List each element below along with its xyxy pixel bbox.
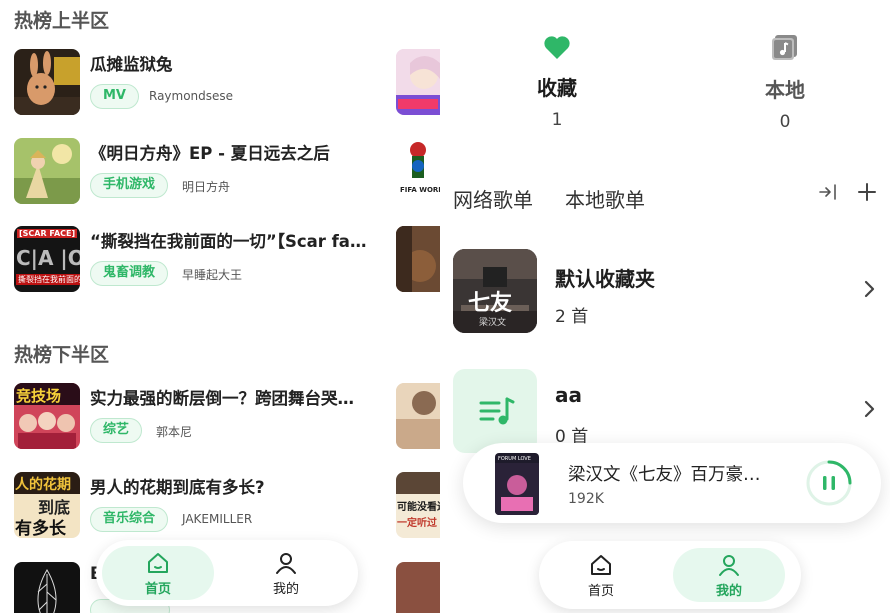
category-tag[interactable]: 鬼畜调教 xyxy=(90,261,169,286)
playlist-name: aa xyxy=(555,383,582,407)
playlist-cover: 七友 梁汉文 xyxy=(453,249,537,333)
video-thumbnail xyxy=(14,562,80,613)
now-playing-cover: FORUM LOVE xyxy=(495,453,539,515)
nav-mine-button[interactable]: 我的 xyxy=(230,546,342,600)
peek-thumbnail xyxy=(396,226,440,292)
peek-text: FIFA WORLD xyxy=(400,186,440,194)
category-tag[interactable]: 手机游戏 xyxy=(90,173,169,198)
playlist-item[interactable]: 七友 梁汉文 默认收藏夹 2 首 xyxy=(453,249,883,335)
category-tag[interactable]: 综艺 xyxy=(90,418,143,443)
item-title: 《明日方舟》EP - 夏日远去之后 xyxy=(90,144,330,163)
thumb-text: 人的花期 xyxy=(15,477,71,493)
item-author: 郭本尼 xyxy=(156,425,193,439)
peek-thumbnail xyxy=(396,383,440,449)
peek-thumbnail xyxy=(396,562,440,613)
now-playing-bitrate: 192K xyxy=(568,491,604,507)
thumb-text: 撕裂挡在我前面的… xyxy=(16,274,80,285)
music-note-square-icon xyxy=(772,35,797,60)
list-item[interactable]: [SCAR FACE] C|A |O 撕裂挡在我前面的… “撕裂挡在我前面的一切… xyxy=(14,226,375,292)
nav-home-label: 首页 xyxy=(144,582,171,597)
bottom-nav: 首页 我的 xyxy=(96,540,358,606)
category-tag[interactable]: 音乐综合 xyxy=(90,507,169,532)
add-icon[interactable] xyxy=(855,180,879,204)
local-stat[interactable]: 本地 0 xyxy=(735,34,835,132)
item-title: 实力最强的断层倒一？跨团舞台哭… xyxy=(90,389,354,408)
cover-subtitle: 梁汉文 xyxy=(479,318,507,328)
item-author: Raymondsese xyxy=(149,89,234,103)
nav-mine-button[interactable]: 我的 xyxy=(673,548,785,602)
nav-home-button[interactable]: 首页 xyxy=(545,548,657,602)
pause-button[interactable] xyxy=(806,460,852,506)
list-item[interactable]: 《明日方舟》EP - 夏日远去之后 手机游戏 明日方舟 xyxy=(14,138,374,204)
video-thumbnail: 人的花期 到底 有多长 xyxy=(14,472,80,538)
item-title: 瓜摊监狱兔 xyxy=(90,55,173,74)
peek-thumbnail xyxy=(396,49,440,115)
chevron-right-icon xyxy=(864,400,875,418)
peek-thumbnail: 可能没看过 一定听过 xyxy=(396,472,440,538)
thumb-text: C|A |O xyxy=(16,246,80,270)
nav-mine-label: 我的 xyxy=(272,582,299,597)
playlist-music-icon xyxy=(479,397,515,425)
chevron-right-icon xyxy=(864,280,875,298)
video-thumbnail: [SCAR FACE] C|A |O 撕裂挡在我前面的… xyxy=(14,226,80,292)
stat-count: 0 xyxy=(779,112,791,132)
section-title-top: 热榜上半区 xyxy=(14,10,110,32)
stat-count: 1 xyxy=(551,110,563,130)
video-thumbnail xyxy=(14,49,80,115)
thumb-text: 有多长 xyxy=(15,519,66,538)
list-item[interactable]: 竞技场 实力最强的断层倒一？跨团舞台哭… 综艺 郭本尼 xyxy=(14,383,374,449)
cover-title: 七友 xyxy=(468,291,513,316)
nav-home-button[interactable]: 首页 xyxy=(102,546,214,600)
item-title: 男人的花期到底有多长? xyxy=(90,478,265,497)
playlist-count: 2 首 xyxy=(555,307,589,327)
mini-player[interactable]: FORUM LOVE 梁汉文《七友》百万豪… 192K xyxy=(463,443,881,523)
video-thumbnail: 竞技场 xyxy=(14,383,80,449)
tab-online-playlists[interactable]: 网络歌单 xyxy=(453,184,533,213)
peek-text: 一定听过 xyxy=(397,518,437,529)
peek-text: 可能没看过 xyxy=(397,502,440,513)
thumb-text: 竞技场 xyxy=(16,387,62,405)
now-playing-title: 梁汉文《七友》百万豪… xyxy=(568,465,761,485)
import-icon[interactable] xyxy=(818,180,840,204)
item-author: 早睡起大王 xyxy=(182,268,243,282)
item-author: 明日方舟 xyxy=(182,180,231,194)
person-icon xyxy=(276,553,296,574)
favorites-stat[interactable]: 收藏 1 xyxy=(507,34,607,130)
tab-local-playlists[interactable]: 本地歌单 xyxy=(565,184,645,213)
nav-mine-label: 我的 xyxy=(715,584,742,599)
home-icon xyxy=(591,555,611,575)
section-title-bottom: 热榜下半区 xyxy=(14,344,110,366)
peek-thumbnail: FIFA WORLD xyxy=(396,138,440,204)
list-item[interactable]: 瓜摊监狱兔 MV Raymondsese xyxy=(14,49,374,115)
item-title: “撕裂挡在我前面的一切”【Scar face… xyxy=(90,232,375,251)
video-thumbnail xyxy=(14,138,80,204)
category-tag[interactable]: MV xyxy=(90,84,139,109)
item-author: JAKEMILLER xyxy=(182,512,253,526)
heart-icon xyxy=(544,36,570,59)
stat-label: 收藏 xyxy=(537,76,577,100)
hot-list-panel: 热榜上半区 瓜摊监狱兔 MV Raymondsese 《明日方舟》EP - 夏日… xyxy=(0,0,443,613)
nav-home-label: 首页 xyxy=(587,584,614,599)
bottom-nav: 首页 我的 xyxy=(539,541,801,609)
person-icon xyxy=(719,555,739,576)
playlist-cover xyxy=(453,369,537,453)
cover-text: FORUM LOVE xyxy=(498,456,531,462)
list-item[interactable]: 人的花期 到底 有多长 男人的花期到底有多长? 音乐综合 JAKEMILLER xyxy=(14,472,374,538)
playlist-name: 默认收藏夹 xyxy=(555,267,655,291)
home-icon xyxy=(148,553,168,573)
thumb-text: [SCAR FACE] xyxy=(17,229,78,238)
my-page-panel: 收藏 1 本地 0 网络歌单 本地歌单 七友 梁汉文 默认收藏夹 2 首 aa … xyxy=(443,0,890,613)
stat-label: 本地 xyxy=(765,78,805,102)
